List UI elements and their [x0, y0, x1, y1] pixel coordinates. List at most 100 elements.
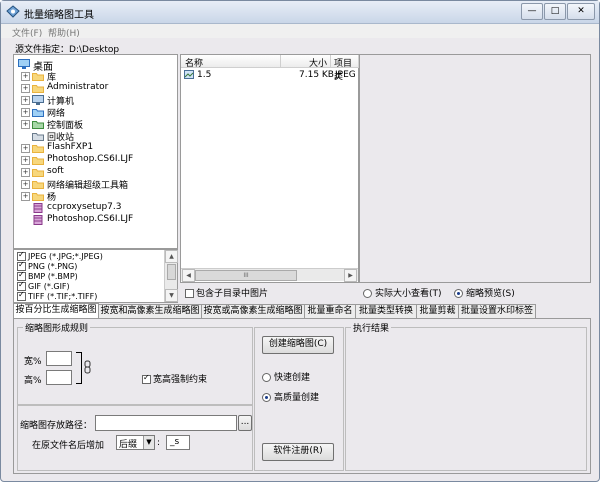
thumbnail-preview-label: 缩略预览(S) [466, 289, 515, 299]
tab-panel: 缩略图形成规则 宽% 高% 宽高强制约束 缩略图存放路径： ... 在原文件名后… [13, 318, 591, 474]
hscroll-thumb[interactable]: III [195, 270, 297, 281]
suffix-mode-value: 后缀 [119, 440, 138, 450]
expand-icon[interactable]: + [21, 180, 30, 189]
archive-icon [33, 203, 43, 213]
preview-pane [359, 54, 591, 283]
format-label: JPEG (*.JPG;*.JPEG) [28, 252, 103, 261]
width-percent-label: 宽% [24, 357, 42, 367]
menu-help[interactable]: 帮助(H) [48, 26, 80, 39]
format-item[interactable]: GIF (*.GIF) [17, 280, 70, 292]
tab-width-and-height[interactable]: 按宽和高像素生成缩略图 [98, 304, 202, 318]
tab-batch-rename[interactable]: 批量重命名 [304, 304, 356, 318]
file-list-hscrollbar[interactable]: ◀ III ▶ [181, 268, 358, 282]
expand-icon[interactable]: + [21, 96, 30, 105]
folder-icon [32, 169, 44, 177]
include-subdirs-label: 包含子目录中图片 [196, 289, 269, 299]
expand-icon[interactable]: + [21, 168, 30, 177]
format-list-scrollbar[interactable]: ▲ ▼ [164, 250, 178, 302]
network-icon [32, 109, 44, 117]
radio-circle[interactable] [262, 393, 271, 402]
quality-create-label: 高质量创建 [274, 393, 320, 403]
restore-button[interactable]: □ [544, 3, 566, 20]
file-list[interactable]: 名称 大小 项目类 1.5 7.15 KB JPEG ◀ III ▶ [180, 54, 359, 283]
actual-size-radio[interactable]: 实际大小查看(T) [363, 286, 442, 299]
tree-item-label: 网络编辑超级工具箱 [47, 181, 129, 191]
suffix-mode-select[interactable]: 后缀 ▼ [116, 435, 155, 450]
thumbnail-preview-radio[interactable]: 缩略预览(S) [454, 286, 515, 299]
quality-create-radio[interactable]: 高质量创建 [262, 390, 319, 403]
suffix-input[interactable]: _s [166, 435, 190, 450]
actions-group: 创建缩略图(C) 快速创建 高质量创建 软件注册(R) [254, 327, 344, 471]
tab-batch-crop[interactable]: 批量剪裁 [416, 304, 459, 318]
create-thumbnail-button[interactable]: 创建缩略图(C) [262, 336, 334, 354]
format-label: BMP (*.BMP) [28, 272, 78, 281]
chevron-down-icon[interactable]: ▼ [143, 436, 154, 449]
link-bracket [76, 352, 82, 384]
app-icon [6, 5, 20, 18]
column-name-label: 名称 [185, 59, 204, 69]
scroll-down-button[interactable]: ▼ [165, 289, 178, 302]
browse-button[interactable]: ... [238, 415, 252, 431]
expand-icon[interactable]: + [21, 84, 30, 93]
aspect-lock-checkbox[interactable]: 宽高强制约束 [142, 372, 207, 385]
format-item[interactable]: JPEG (*.JPG;*.JPEG) [17, 250, 103, 262]
format-checkbox[interactable] [17, 290, 26, 301]
column-size-label: 大小 [308, 59, 327, 69]
expand-icon[interactable]: + [21, 120, 30, 129]
tab-batch-watermark[interactable]: 批量设置水印标签 [458, 304, 536, 318]
tab-width-or-height[interactable]: 按宽或高像素生成缩略图 [201, 304, 305, 318]
expand-icon[interactable]: + [21, 156, 30, 165]
include-subdirs-checkbox[interactable]: 包含子目录中图片 [185, 286, 268, 299]
expand-icon[interactable]: + [21, 192, 30, 201]
format-label: PNG (*.PNG) [28, 262, 78, 271]
result-group: 执行结果 [345, 321, 587, 471]
chain-link-icon[interactable] [84, 360, 91, 374]
tab-percent[interactable]: 按百分比生成缩略图 [13, 303, 99, 318]
fast-create-radio[interactable]: 快速创建 [262, 370, 310, 383]
fast-create-label: 快速创建 [274, 373, 311, 383]
checkbox-box[interactable] [185, 289, 194, 298]
tab-batch-convert[interactable]: 批量类型转换 [355, 304, 417, 318]
control-panel-icon [32, 121, 44, 129]
menu-file[interactable]: 文件(F) [12, 26, 42, 39]
checkbox-box[interactable] [142, 373, 151, 384]
folder-icon [32, 157, 44, 165]
scroll-up-button[interactable]: ▲ [165, 250, 178, 263]
actual-size-label: 实际大小查看(T) [375, 289, 442, 299]
desktop-icon [18, 59, 30, 69]
radio-circle[interactable] [363, 289, 372, 298]
tree-item-label: FlashFXP1 [47, 142, 94, 152]
output-path-label: 缩略图存放路径： [20, 421, 93, 431]
computer-icon [32, 95, 44, 105]
title-bar: 批量缩略图工具 — □ ✕ [1, 1, 599, 24]
close-button[interactable]: ✕ [567, 3, 595, 20]
scroll-left-button[interactable]: ◀ [182, 269, 195, 282]
scroll-thumb[interactable] [167, 264, 176, 280]
table-row[interactable]: 1.5 7.15 KB JPEG [181, 69, 358, 81]
aspect-lock-label: 宽高强制约束 [153, 375, 208, 385]
image-file-icon [184, 70, 194, 79]
folder-tree[interactable]: 桌面 + 库 + Administrator + 计算机 + 网络 + 控制面板 回收站 + FlashF… [13, 54, 178, 249]
output-path-input[interactable] [95, 415, 237, 431]
format-filter-list[interactable]: JPEG (*.JPG;*.JPEG)PNG (*.PNG)BMP (*.BMP… [13, 249, 178, 303]
scroll-right-button[interactable]: ▶ [344, 269, 357, 282]
radio-circle[interactable] [454, 289, 463, 298]
column-name[interactable]: 名称 [181, 55, 281, 69]
expand-icon[interactable]: + [21, 144, 30, 153]
expand-icon[interactable]: + [21, 108, 30, 117]
format-item[interactable]: PNG (*.PNG) [17, 260, 78, 272]
minimize-button[interactable]: — [521, 3, 543, 20]
tree-item-label: Administrator [47, 82, 109, 92]
register-button[interactable]: 软件注册(R) [262, 443, 334, 461]
radio-circle[interactable] [262, 373, 271, 382]
format-item[interactable]: TIFF (*.TIF;*.TIFF) [17, 290, 98, 302]
expand-icon[interactable]: + [21, 72, 30, 81]
height-percent-input[interactable] [46, 370, 72, 385]
window-title: 批量缩略图工具 [24, 10, 94, 21]
format-item[interactable]: BMP (*.BMP) [17, 270, 78, 282]
column-size[interactable]: 大小 [281, 55, 331, 69]
format-label: TIFF (*.TIF;*.TIFF) [28, 292, 98, 301]
colon-separator: : [157, 438, 161, 448]
column-type[interactable]: 项目类 [331, 55, 359, 82]
width-percent-input[interactable] [46, 351, 72, 366]
